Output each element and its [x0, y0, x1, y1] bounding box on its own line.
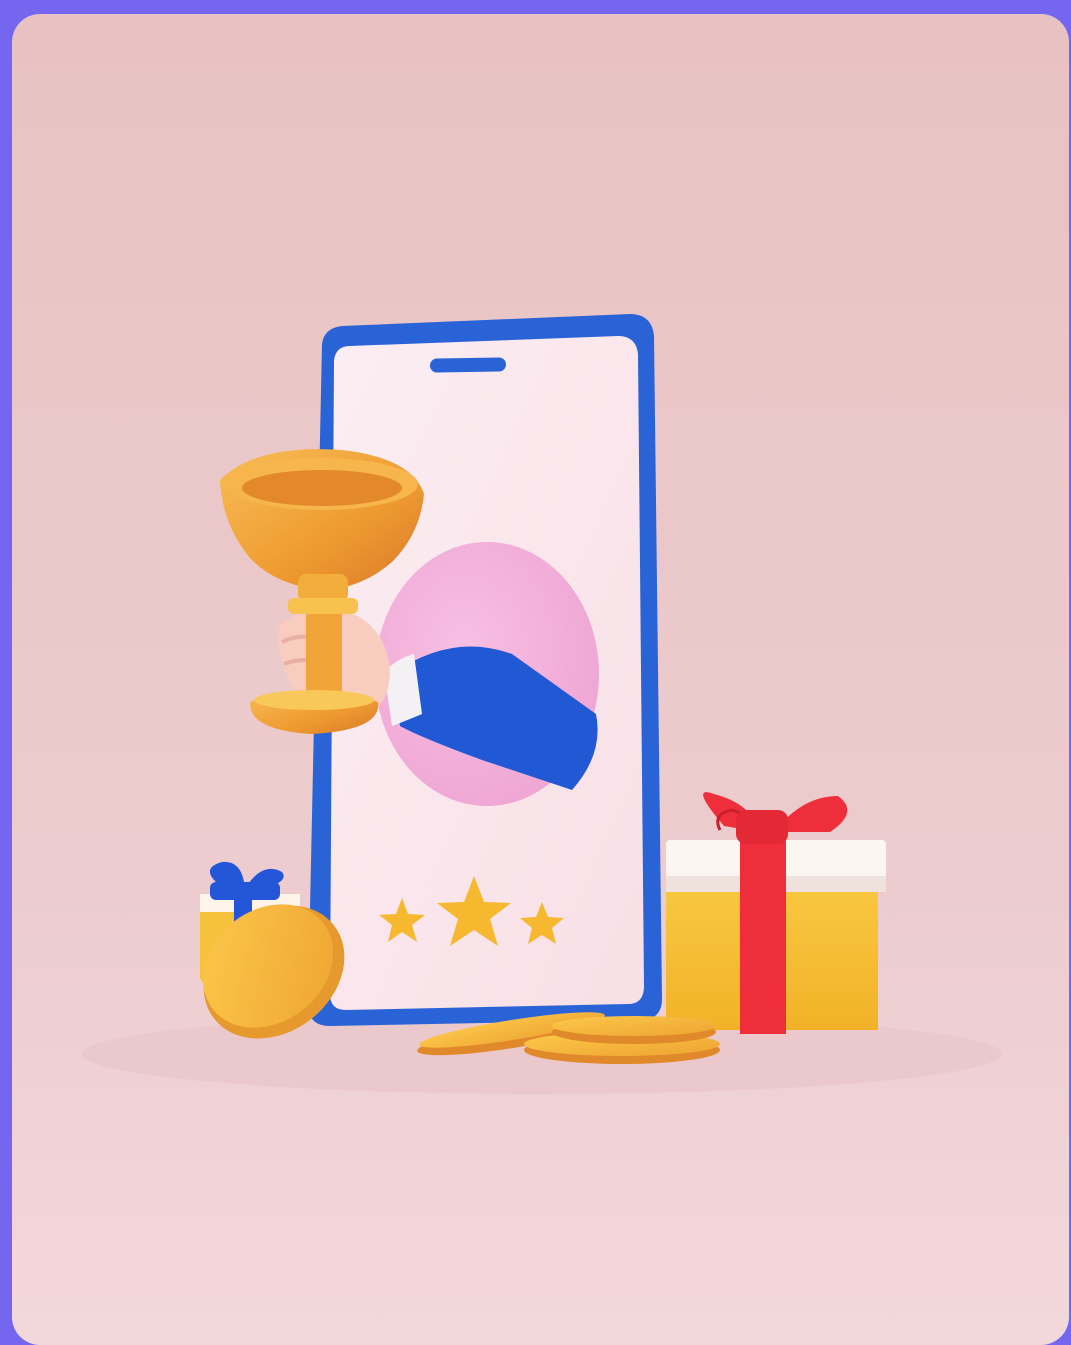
illustration-card: [12, 14, 1069, 1345]
frame-border: [0, 0, 1071, 1345]
reward-illustration: [12, 14, 1069, 1345]
coin-icon: [552, 1016, 716, 1044]
